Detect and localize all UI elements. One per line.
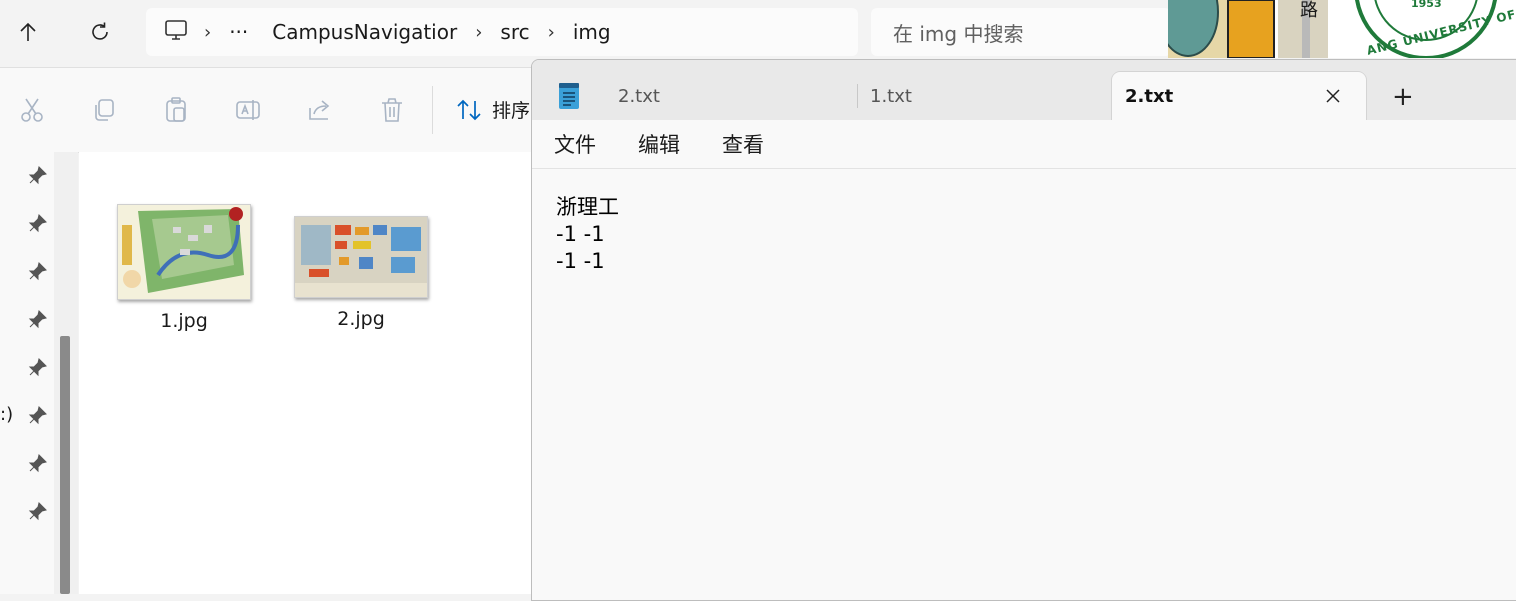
tab-strip: 2.txt 1.txt 2.txt +: [532, 60, 1516, 120]
text-editor[interactable]: 浙理工 -1 -1 -1 -1: [556, 194, 619, 275]
paste-icon[interactable]: [162, 96, 190, 124]
image-thumbnail: [294, 216, 428, 298]
menu-file[interactable]: 文件: [554, 125, 596, 163]
file-item-2jpg[interactable]: 2.jpg: [291, 216, 431, 330]
file-item-1jpg[interactable]: 1.jpg: [114, 204, 254, 332]
file-name: 1.jpg: [160, 310, 208, 332]
toolbar-divider: [432, 86, 433, 134]
image-thumbnail: [117, 204, 251, 300]
file-name: 2.jpg: [337, 308, 385, 330]
share-icon[interactable]: [306, 96, 334, 124]
copy-icon[interactable]: [90, 96, 118, 124]
chevron-right-icon[interactable]: ›: [198, 22, 217, 43]
wallpaper-text: 路: [1300, 0, 1318, 21]
breadcrumb-img[interactable]: img: [561, 20, 623, 44]
editor-line: 浙理工: [556, 195, 619, 219]
pin-icon[interactable]: [28, 261, 48, 281]
menu-view[interactable]: 查看: [722, 125, 764, 163]
address-bar[interactable]: › ··· CampusNavigatior › src › img: [146, 8, 858, 56]
tab-label: 2.txt: [618, 85, 660, 107]
command-bar: 排序: [0, 67, 540, 153]
sort-label: 排序: [492, 100, 531, 122]
breadcrumb-src[interactable]: src: [488, 20, 541, 44]
delete-icon[interactable]: [378, 96, 406, 124]
cut-icon[interactable]: [18, 96, 46, 124]
pin-icon[interactable]: [28, 165, 48, 185]
arrow-up-icon: [20, 22, 36, 41]
sort-button[interactable]: 排序: [456, 96, 530, 123]
search-input[interactable]: 在 img 中搜索: [871, 8, 1171, 56]
refresh-button[interactable]: [80, 12, 120, 52]
pin-icon[interactable]: [28, 501, 48, 521]
tab-label: 1.txt: [870, 85, 912, 107]
this-pc-icon[interactable]: [146, 19, 198, 46]
tab-2txt-first[interactable]: 2.txt: [602, 72, 868, 120]
desktop-wallpaper: 路 1953 ANG UNIVERSITY OF TECH: [1168, 0, 1516, 58]
menu-edit[interactable]: 编辑: [638, 125, 680, 163]
pin-icon[interactable]: [28, 309, 48, 329]
seal-year: 1953: [1411, 0, 1442, 10]
breadcrumb-campusnavigator[interactable]: CampusNavigatior: [260, 20, 469, 44]
scrollbar-thumb[interactable]: [60, 336, 70, 594]
new-tab-button[interactable]: +: [1392, 82, 1414, 112]
search-placeholder: 在 img 中搜索: [893, 21, 1024, 46]
up-button[interactable]: [8, 12, 48, 52]
tab-2txt-active[interactable]: 2.txt: [1112, 72, 1366, 120]
close-icon[interactable]: [1326, 89, 1340, 103]
breadcrumb-overflow[interactable]: ···: [217, 20, 260, 44]
chevron-right-icon[interactable]: ›: [542, 22, 561, 43]
editor-line: -1 -1: [556, 222, 605, 246]
editor-line: -1 -1: [556, 249, 605, 273]
pin-icon[interactable]: [28, 357, 48, 377]
pin-icon[interactable]: [28, 453, 48, 473]
notepad-window: 2.txt 1.txt 2.txt + 文件 编辑 查看 浙理工 -1 -1 -…: [531, 59, 1516, 601]
nav-item-partial-label[interactable]: :): [0, 404, 13, 425]
sort-icon: [457, 99, 481, 120]
refresh-icon: [92, 22, 108, 40]
pin-icon[interactable]: [28, 405, 48, 425]
file-list: 1.jpg 2.jpg: [79, 152, 539, 594]
tab-1txt[interactable]: 1.txt: [858, 72, 1120, 120]
rename-icon[interactable]: [234, 96, 262, 124]
notepad-app-icon: [559, 83, 579, 109]
chevron-right-icon[interactable]: ›: [469, 22, 488, 43]
tab-label: 2.txt: [1125, 85, 1174, 107]
pin-icon[interactable]: [28, 213, 48, 233]
menu-bar: 文件 编辑 查看: [532, 120, 1516, 169]
